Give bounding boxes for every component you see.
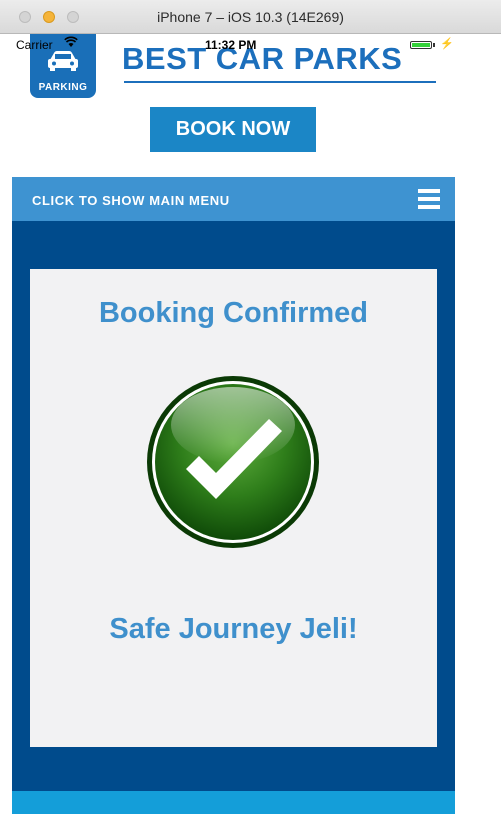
checkmark-icon (144, 373, 322, 551)
brand-underline (124, 81, 436, 83)
status-bar: Carrier 11:32 PM ⚡ (12, 34, 455, 54)
simulator-background (455, 34, 501, 814)
simulator-title-bar: iPhone 7 – iOS 10.3 (14E269) (0, 0, 501, 34)
wifi-icon (64, 36, 78, 51)
menu-toggle-label: CLICK TO SHOW MAIN MENU (32, 193, 230, 208)
farewell-message: Safe Journey Jeli! (109, 613, 358, 645)
battery-icon (410, 41, 432, 49)
battery-nub (433, 43, 435, 47)
confirmation-card: Booking Confirmed Safe Journey Jeli! (30, 269, 437, 747)
confirmation-title: Booking Confirmed (98, 297, 369, 329)
battery-level (412, 43, 430, 47)
logo-badge-label: PARKING (38, 82, 88, 93)
window-title: iPhone 7 – iOS 10.3 (14E269) (157, 9, 344, 25)
clock-label: 11:32 PM (205, 38, 257, 52)
footer-strip (12, 791, 455, 814)
charging-icon: ⚡ (440, 38, 454, 50)
hamburger-icon[interactable] (418, 189, 440, 209)
phone-screen: Carrier 11:32 PM ⚡ PARKING BEST CAR PARK… (12, 34, 455, 814)
book-now-button[interactable]: BOOK NOW (150, 107, 316, 152)
main-menu-toggle[interactable]: CLICK TO SHOW MAIN MENU (12, 177, 455, 221)
carrier-label: Carrier (16, 38, 53, 52)
